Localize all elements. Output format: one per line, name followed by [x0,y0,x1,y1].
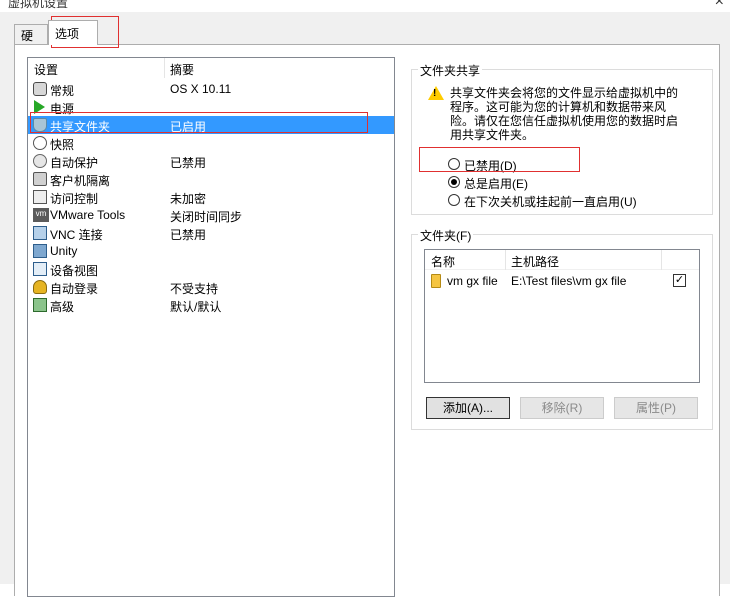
autoprotect-icon [33,154,47,168]
settings-list: 设置 摘要 常规 OS X 10.11 电源 共享文件夹 已启用 快照 自动保护… [27,57,395,597]
folders-table-header: 名称 主机路径 [425,250,699,270]
setting-summary: 不受支持 [170,282,219,296]
tab-hardware[interactable]: 硬件 [14,24,48,60]
setting-name: 快照 [50,138,75,152]
setting-name: Unity [50,244,78,258]
radio-label[interactable]: 总是启用(E) [464,175,528,192]
folder-sharing-title: 文件夹共享 [418,62,483,79]
options-panel: 设置 摘要 常规 OS X 10.11 电源 共享文件夹 已启用 快照 自动保护… [14,44,720,597]
settings-row-advanced[interactable]: 高级 默认/默认 [28,296,394,314]
folders-title: 文件夹(F) [418,227,474,244]
column-header-name[interactable]: 名称 [431,253,455,270]
setting-name: VMware Tools [50,208,126,222]
properties-button[interactable]: 属性(P) [614,397,698,419]
radio-label[interactable]: 在下次关机或挂起前一直启用(U) [464,193,637,210]
access-control-icon [33,190,47,204]
close-icon[interactable]: × [715,0,724,11]
column-divider [505,250,506,270]
setting-name: 自动登录 [50,282,99,296]
column-header-setting[interactable]: 设置 [34,61,58,78]
settings-row-shared-folders[interactable]: 共享文件夹 已启用 [28,116,394,134]
setting-summary: OS X 10.11 [170,82,232,96]
title-bar: 虚拟机设置 × [0,0,730,12]
dialog-body: 硬件 选项 设置 摘要 常规 OS X 10.11 电源 共享文件夹 [0,12,730,597]
vnc-icon [33,226,47,240]
folder-host-path: E:\Test files\vm gx file [511,274,627,288]
autologin-icon [33,280,47,294]
settings-row-autologin[interactable]: 自动登录 不受支持 [28,278,394,296]
radio-button[interactable] [448,158,460,170]
column-header-summary[interactable]: 摘要 [170,61,194,78]
setting-summary: 默认/默认 [170,300,222,314]
device-view-icon [33,262,47,276]
settings-row-vmware-tools[interactable]: vm VMware Tools 关闭时间同步 [28,206,394,224]
settings-row-snapshots[interactable]: 快照 [28,134,394,152]
advanced-icon [33,298,47,312]
snapshot-icon [33,136,47,150]
warning-mark: ! [433,88,437,99]
setting-summary: 未加密 [170,192,207,206]
folders-group: 文件夹(F) 名称 主机路径 vm gx file E:\Test files\… [411,227,713,430]
unity-icon [33,244,47,258]
settings-row-vnc[interactable]: VNC 连接 已禁用 [28,224,394,242]
folder-name: vm gx file [447,274,498,288]
setting-summary: 已禁用 [170,156,207,170]
guest-isolation-icon [33,172,47,186]
settings-row-device-view[interactable]: 设备视图 [28,260,394,278]
general-icon [33,82,47,96]
folder-icon [431,274,441,288]
folders-table: 名称 主机路径 vm gx file E:\Test files\vm gx f… [424,249,700,383]
tab-options[interactable]: 选项 [48,20,98,45]
setting-name: 自动保护 [50,156,99,170]
shared-folders-icon [33,118,47,132]
add-button[interactable]: 添加(A)... [426,397,510,419]
table-row[interactable]: vm gx file E:\Test files\vm gx file ✓ [425,272,699,290]
power-icon [34,100,45,114]
settings-row-guest-isolation[interactable]: 客户机隔离 [28,170,394,188]
folder-sharing-group: 文件夹共享 ! 共享文件夹会将您的文件显示给虚拟机中的程序。这可能为您的计算机和… [411,62,713,215]
settings-row-autoprotect[interactable]: 自动保护 已禁用 [28,152,394,170]
setting-name: VNC 连接 [50,228,103,242]
window-title: 虚拟机设置 [8,0,69,10]
settings-row-access-control[interactable]: 访问控制 未加密 [28,188,394,206]
vmware-tools-icon: vm [33,208,49,222]
setting-name: 共享文件夹 [50,120,111,134]
setting-name: 电源 [50,102,75,116]
folder-sharing-description: 共享文件夹会将您的文件显示给虚拟机中的程序。这可能为您的计算机和数据带来风险。请… [450,86,679,142]
settings-list-header: 设置 摘要 [28,58,394,78]
setting-summary: 关闭时间同步 [170,210,243,224]
radio-label[interactable]: 已禁用(D) [464,157,517,174]
settings-row-power[interactable]: 电源 [28,98,394,116]
setting-name: 访问控制 [50,192,99,206]
setting-name: 设备视图 [50,264,99,278]
setting-summary: 已启用 [170,120,207,134]
setting-name: 高级 [50,300,75,314]
column-header-host-path[interactable]: 主机路径 [511,253,559,270]
radio-button-checked[interactable] [448,176,460,188]
setting-summary: 已禁用 [170,228,207,242]
settings-row-unity[interactable]: Unity [28,242,394,260]
folder-enabled-checkbox[interactable]: ✓ [673,274,686,287]
column-divider [164,58,165,78]
settings-row-general[interactable]: 常规 OS X 10.11 [28,80,394,98]
setting-name: 常规 [50,84,75,98]
radio-button[interactable] [448,194,460,206]
column-divider [661,250,662,270]
setting-name: 客户机隔离 [50,174,111,188]
remove-button[interactable]: 移除(R) [520,397,604,419]
